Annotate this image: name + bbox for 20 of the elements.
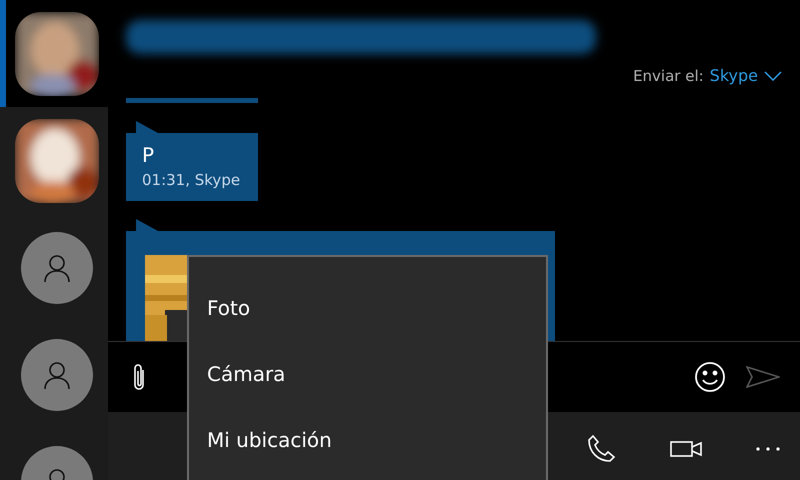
phone-icon [586, 434, 616, 464]
send-via-label: Enviar el: [633, 66, 704, 84]
call-button[interactable] [586, 434, 616, 464]
message-time: 01:31, Skype [142, 171, 242, 189]
person-icon [42, 360, 72, 390]
video-call-button[interactable] [670, 440, 702, 458]
more-button[interactable] [756, 446, 780, 450]
message-text: P [142, 143, 156, 167]
chevron-down-icon [764, 70, 782, 80]
menu-item[interactable]: Mi ubicación [189, 407, 546, 473]
more-icon [756, 446, 780, 450]
person-icon [42, 252, 72, 282]
send-icon [746, 366, 780, 388]
menu-item[interactable]: Foto [189, 275, 546, 341]
send-via-dropdown[interactable]: Skype [710, 66, 782, 85]
smiley-icon [694, 361, 726, 393]
emoji-button[interactable] [694, 361, 726, 393]
video-camera-icon [670, 440, 702, 458]
conversation-item[interactable] [0, 0, 108, 107]
menu-item[interactable]: Cámara [189, 341, 546, 407]
